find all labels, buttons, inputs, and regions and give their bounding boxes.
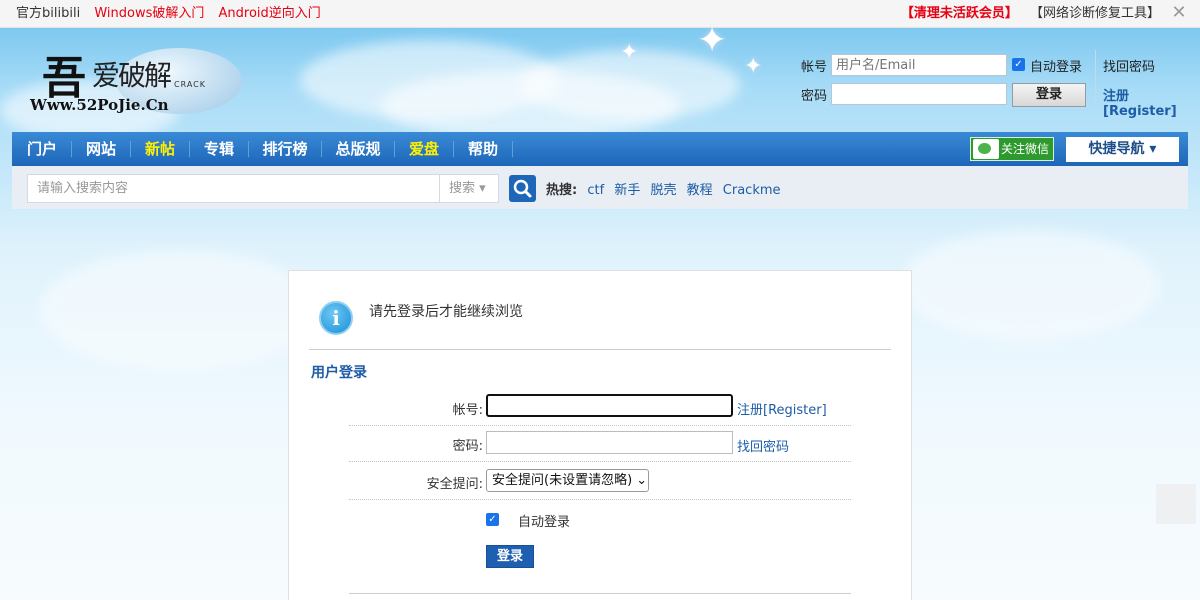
search-input[interactable]: 请输入搜索内容 [27,174,440,203]
nav-item-new-posts[interactable]: 新帖 [134,132,186,166]
cloud-decoration [900,230,1160,340]
nav-item-help[interactable]: 帮助 [457,132,509,166]
nav-divider [189,141,190,157]
hot-keyword[interactable]: Crackme [723,183,781,198]
top-links-right: 【清理未活跃会员】 【网络诊断修复工具】 [901,0,1160,28]
nav-divider [394,141,395,157]
nav-item-aipan[interactable]: 爱盘 [398,132,450,166]
header-divider [1095,50,1096,102]
account-input[interactable] [486,394,733,417]
row-divider [349,461,851,462]
security-question-select[interactable]: 安全提问(未设置请忽略) ⌄ [486,469,649,492]
android-reverse-link[interactable]: Android逆向入门 [219,6,321,21]
nav-divider [130,141,131,157]
close-icon[interactable]: ✕ [1170,4,1188,22]
back-to-top-button[interactable] [1156,484,1196,524]
nav-item-portal[interactable]: 门户 [16,132,68,166]
wechat-follow-button[interactable]: 关注微信 [970,137,1054,161]
hot-keyword[interactable]: 新手 [614,183,640,198]
nav-item-site[interactable]: 网站 [75,132,127,166]
row-divider [349,425,851,426]
search-type-select[interactable]: 搜索 ▾ [439,174,499,203]
bilibili-link[interactable]: 官方bilibili [16,6,80,21]
logo-url: Www.52PoJie.Cn [30,96,169,114]
header-password-input[interactable] [831,83,1007,105]
header-account-label: 帐号 [801,60,828,75]
star-decoration: ✦ [697,20,728,61]
logo-text: 爱破解 [92,59,172,92]
find-password-link[interactable]: 找回密码 [737,436,789,455]
windows-crack-link[interactable]: Windows破解入门 [94,6,204,21]
search-icon [513,179,532,198]
password-label: 密码: [452,439,483,454]
divider [309,349,891,350]
auto-login-checkbox[interactable]: ✓ [486,513,499,526]
hot-keyword[interactable]: ctf [587,183,604,198]
header-login-button[interactable]: 登录 [1012,83,1086,107]
site-logo[interactable]: 吾 爱破解 CRACK Www.52PoJie.Cn [28,42,242,118]
top-links-left: 官方bilibili Windows破解入门 Android逆向入门 [16,0,331,28]
auto-login-label: 自动登录 [1030,60,1083,75]
hot-keyword[interactable]: 脱壳 [650,183,676,198]
row-divider [349,499,851,500]
password-input[interactable] [486,431,733,454]
main-nav: 门户 网站 新帖 专辑 排行榜 总版规 爱盘 帮助 关注微信 快捷导航 ▾ [12,132,1188,166]
info-icon: i [319,301,353,335]
nav-item-ranking[interactable]: 排行榜 [252,132,318,166]
search-button[interactable] [509,175,536,202]
auto-login-checkbox[interactable]: ✓ [1012,58,1025,71]
top-bar: 官方bilibili Windows破解入门 Android逆向入门 【清理未活… [0,0,1200,28]
hot-search: 热搜: ctf 新手 脱壳 教程 Crackme [546,179,781,198]
quick-nav-button[interactable]: 快捷导航 ▾ [1066,137,1179,162]
nav-divider [321,141,322,157]
clean-members-link[interactable]: 【清理未活跃会员】 [901,6,1018,21]
header-account-input[interactable] [831,54,1007,76]
login-button[interactable]: 登录 [486,545,534,568]
auto-login-label: 自动登录 [518,515,571,530]
nav-item-rules[interactable]: 总版规 [325,132,391,166]
security-question-label: 安全提问: [426,477,483,492]
nav-item-album[interactable]: 专辑 [193,132,245,166]
cloud-decoration [40,250,320,370]
network-repair-link[interactable]: 【网络诊断修复工具】 [1030,6,1160,21]
header-password-label: 密码 [801,89,828,104]
nav-divider [512,141,513,157]
divider [349,593,851,594]
section-title: 用户登录 [311,365,367,381]
nav-divider [453,141,454,157]
hot-keyword[interactable]: 教程 [687,183,713,198]
search-bar: 请输入搜索内容 搜索 ▾ 热搜: ctf 新手 脱壳 教程 Crackme [12,166,1188,209]
nav-divider [248,141,249,157]
register-link[interactable]: 注册[Register] [737,399,827,418]
login-notice: 请先登录后才能继续浏览 [369,304,523,320]
wechat-label: 关注微信 [1001,142,1050,156]
logo-crack-text: CRACK [174,80,206,89]
wechat-icon [973,139,999,159]
register-link[interactable]: 注册[Register] [1103,85,1200,119]
login-panel: i 请先登录后才能继续浏览 用户登录 帐号: 注册[Register] 密码: … [288,270,912,600]
account-label: 帐号: [452,403,483,418]
star-decoration: ✦ [744,54,763,79]
find-password-link[interactable]: 找回密码 [1103,56,1155,75]
nav-divider [71,141,72,157]
star-decoration: ✦ [620,40,639,65]
hot-search-label: 热搜: [546,183,578,198]
